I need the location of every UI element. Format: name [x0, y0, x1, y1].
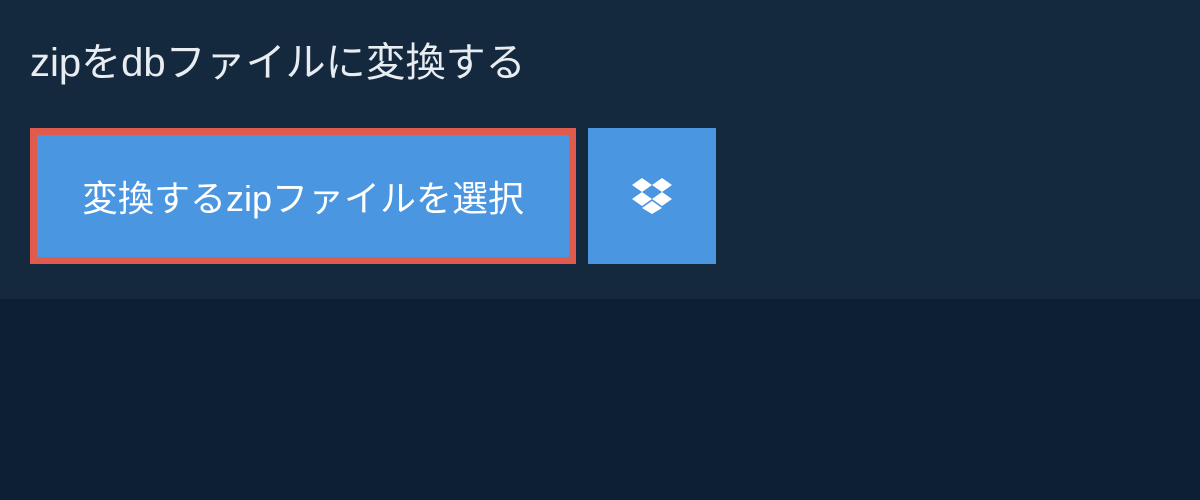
page-title: zipをdbファイルに変換する — [30, 30, 526, 88]
title-bar: zipをdbファイルに変換する — [0, 0, 556, 108]
select-button-label: 変換するzipファイルを選択 — [82, 170, 524, 222]
button-row: 変換するzipファイルを選択 — [0, 108, 1200, 264]
dropbox-icon — [632, 178, 672, 214]
conversion-panel: zipをdbファイルに変換する 変換するzipファイルを選択 — [0, 0, 1200, 299]
dropbox-button[interactable] — [588, 128, 716, 264]
select-file-button[interactable]: 変換するzipファイルを選択 — [30, 128, 576, 264]
